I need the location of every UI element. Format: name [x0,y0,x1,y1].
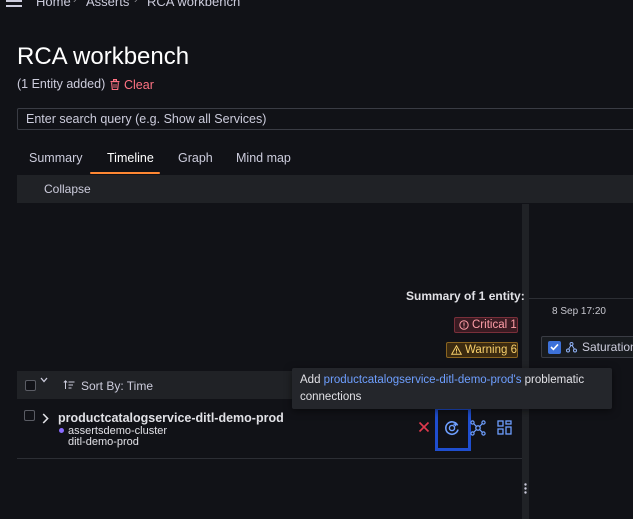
page-title: RCA workbench [17,43,190,70]
checkbox-checked[interactable] [548,340,561,354]
breadcrumb-separator: › [73,0,77,6]
tooltip-entity: productcatalogservice-ditl-demo-prod's [323,374,522,386]
critical-label: Critical 1 [472,319,517,331]
chevron-down-icon[interactable] [40,377,48,383]
trash-icon [110,79,120,90]
tab-timeline[interactable]: Timeline [107,144,154,174]
tab-mind-map[interactable]: Mind map [236,144,291,174]
grid-icon[interactable] [497,420,512,435]
breadcrumb-current: RCA workbench [147,0,241,9]
env-status-dot [59,428,64,433]
graph-icon[interactable] [470,420,486,436]
saturation-filter-chip[interactable]: Saturation [541,336,633,358]
warning-label: Warning 6 [465,344,517,356]
active-tab-indicator [90,172,160,174]
search-box [17,108,633,130]
drag-handle-icon[interactable] [524,483,527,494]
top-nav: Home › Asserts › RCA workbench [0,0,633,9]
select-all-checkbox[interactable] [25,380,36,391]
saturation-icon [566,341,577,353]
warning-badge[interactable]: Warning 6 [446,342,518,358]
row-divider [17,458,522,459]
tab-summary[interactable]: Summary [29,144,82,174]
collapse-bar [17,175,633,203]
entity-site: ditl-demo-prod [68,436,139,448]
timeline-time-label: 8 Sep 17:20 [552,306,606,317]
collapse-button[interactable]: Collapse [44,182,91,196]
critical-icon [459,320,469,330]
breadcrumb-asserts[interactable]: Asserts [86,0,129,9]
hamburger-icon[interactable] [6,0,22,8]
breadcrumb-home[interactable]: Home [36,0,71,9]
tooltip: Add productcatalogservice-ditl-demo-prod… [292,368,612,409]
pane-splitter[interactable] [522,204,529,519]
summary-title: Summary of 1 entity: [406,289,525,303]
add-connections-icon[interactable] [444,420,460,436]
tab-graph[interactable]: Graph [178,144,213,174]
critical-badge[interactable]: Critical 1 [454,317,518,333]
entity-count: (1 Entity added) [17,77,106,91]
tooltip-prefix: Add [300,374,324,386]
warning-icon [451,345,462,355]
saturation-label: Saturation [582,340,633,354]
sort-by-label[interactable]: Sort By: Time [81,379,153,393]
clear-button[interactable]: Clear [110,77,154,92]
entity-name[interactable]: productcatalogservice-ditl-demo-prod [58,411,284,425]
sort-icon[interactable] [63,380,75,390]
row-checkbox[interactable] [24,410,35,421]
tab-bar: Summary Timeline Graph Mind map [17,144,633,174]
clear-label: Clear [124,77,154,92]
timeline-axis [529,298,633,299]
chevron-right-icon[interactable] [42,413,49,424]
search-input[interactable] [18,109,633,129]
breadcrumb-separator: › [134,0,138,6]
close-icon[interactable] [418,421,430,433]
